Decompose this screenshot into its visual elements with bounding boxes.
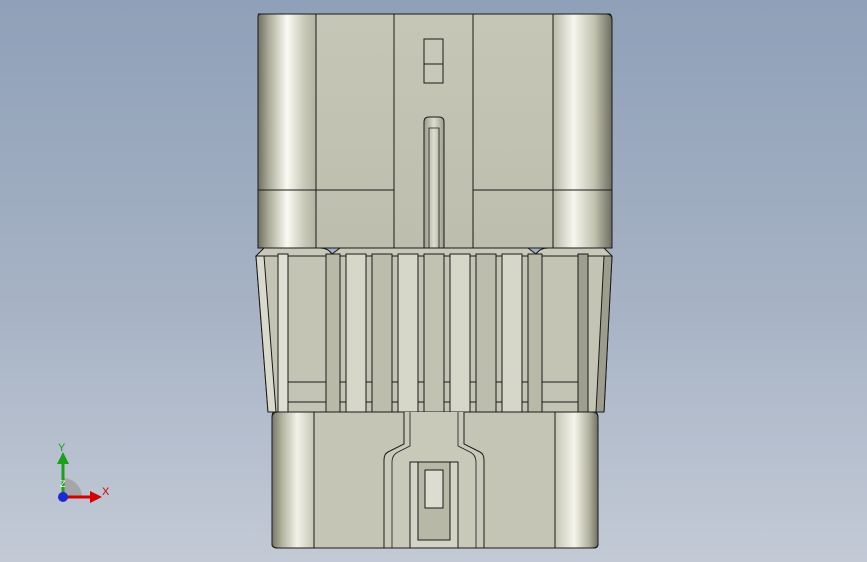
z-axis-icon [58,492,68,502]
y-axis-label: Y [58,442,66,454]
lower-housing[interactable] [271,411,599,549]
x-arrow-icon [90,491,102,503]
graphics-viewport[interactable]: Y X Z [0,0,867,562]
orientation-triad: Y X Z [40,438,130,518]
connector-model[interactable] [0,0,867,562]
z-axis-label: Z [60,479,66,489]
x-axis-label: X [102,486,110,498]
upper-housing[interactable] [257,13,613,250]
rib-section[interactable] [254,247,614,413]
